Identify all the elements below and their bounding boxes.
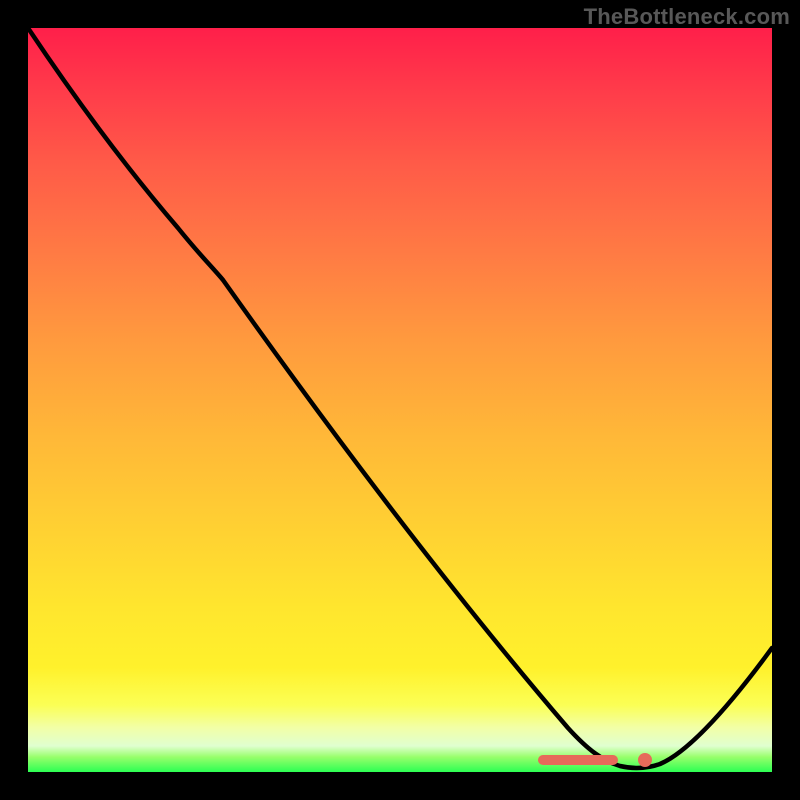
- watermark-text: TheBottleneck.com: [584, 4, 790, 30]
- optimal-range-marker: [538, 755, 618, 765]
- plot-area: [28, 28, 772, 772]
- curve-layer: [28, 28, 772, 772]
- bottleneck-curve: [28, 28, 772, 768]
- chart-canvas: TheBottleneck.com: [0, 0, 800, 800]
